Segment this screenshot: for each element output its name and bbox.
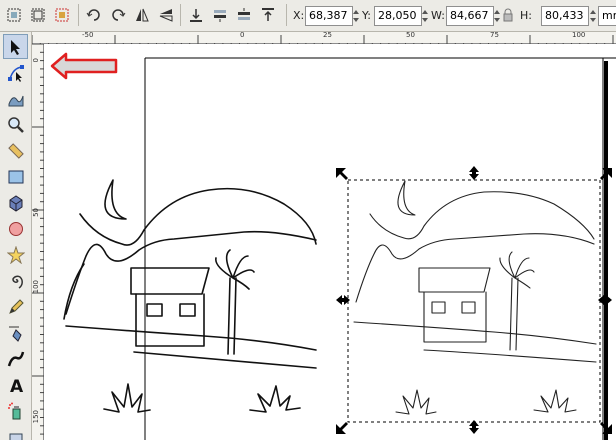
- inkscape-window: X: 68,387 Y: 28,050 W: 84,667 H: 80,433 …: [0, 0, 616, 440]
- annotation-overlay: [50, 52, 118, 80]
- red-arrow-annotation: [50, 52, 118, 80]
